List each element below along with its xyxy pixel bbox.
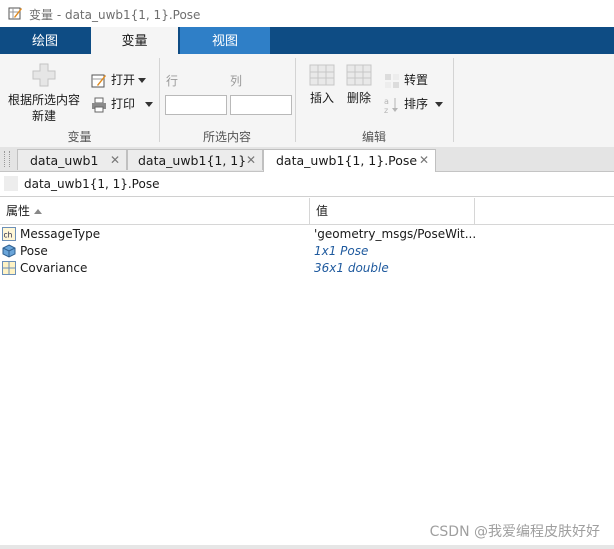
document-tab-bar: data_uwb1 ✕ data_uwb1{1, 1} ✕ data_uwb1{… [0, 147, 614, 172]
tab-plots[interactable]: 绘图 [0, 27, 90, 54]
new-from-selection-label-2: 新建 [31, 109, 56, 123]
transpose-icon [385, 73, 399, 88]
insert-button[interactable]: 插入 [302, 64, 342, 106]
doc-tab-data-uwb1[interactable]: data_uwb1 ✕ [17, 149, 127, 170]
insert-label: 插入 [309, 91, 334, 105]
toolstrip: 根据所选内容 新建 打开 打印 变量 行 列 所选内容 插入 删除 转置 a z… [0, 54, 614, 148]
row-name: Pose [20, 244, 48, 258]
char-icon: ch [2, 227, 16, 241]
chevron-down-icon [435, 102, 444, 107]
tab-variable[interactable]: 变量 [91, 27, 178, 54]
path-bar: data_uwb1{1, 1}.Pose [0, 172, 614, 197]
title-bar: 变量 - data_uwb1{1, 1}.Pose [0, 0, 614, 27]
svg-text:ch: ch [4, 231, 13, 240]
row-name: MessageType [20, 227, 101, 241]
value-header-label: 值 [316, 204, 329, 218]
sort-label: 排序 [404, 97, 429, 111]
section-divider [453, 58, 454, 142]
column-range-input[interactable] [230, 95, 292, 115]
row-value: 1x1 Pose [314, 244, 369, 258]
open-variable-icon [91, 74, 106, 87]
tab-view[interactable]: 视图 [180, 27, 270, 54]
drag-grip-icon[interactable] [4, 151, 10, 167]
delete-label: 删除 [346, 91, 371, 105]
edit-section-label: 编辑 [361, 130, 386, 144]
selection-section: 行 列 所选内容 [160, 54, 294, 147]
printer-icon [92, 97, 106, 112]
open-button[interactable]: 打开 [91, 71, 147, 89]
chevron-down-icon [138, 78, 147, 83]
table-row[interactable]: ch MessageType 'geometry_msgs/PoseWit... [0, 226, 614, 243]
print-button[interactable]: 打印 [91, 95, 154, 113]
column-label: 列 [230, 74, 243, 88]
sort-az-icon: a z [384, 97, 398, 114]
row-value: 36x1 double [314, 261, 389, 275]
window-title: 变量 - data_uwb1{1, 1}.Pose [29, 8, 201, 22]
delete-icon [346, 64, 372, 86]
table-row[interactable]: Pose 1x1 Pose [0, 243, 614, 260]
open-label: 打开 [111, 73, 136, 87]
doc-tab-label: data_uwb1{1, 1}.Pose [276, 153, 418, 168]
close-icon[interactable]: ✕ [110, 150, 120, 171]
table-header: 属性 值 [0, 198, 614, 225]
transpose-label: 转置 [404, 73, 429, 87]
selection-section-label: 所选内容 [202, 130, 251, 144]
doc-tab-pose[interactable]: data_uwb1{1, 1}.Pose ✕ [263, 149, 436, 172]
doc-tab-label: data_uwb1{1, 1} [138, 153, 247, 168]
chevron-down-icon [145, 102, 154, 107]
variable-section: 根据所选内容 新建 打开 打印 变量 [0, 54, 159, 147]
table-row[interactable]: Covariance 36x1 double [0, 260, 614, 277]
row-label: 行 [166, 74, 179, 88]
column-header-value[interactable]: 值 [310, 198, 475, 224]
new-from-selection-button[interactable]: 根据所选内容 新建 [4, 62, 84, 124]
doc-tab-data-uwb1-cell[interactable]: data_uwb1{1, 1} ✕ [127, 149, 263, 170]
print-label: 打印 [111, 97, 136, 111]
variable-section-label: 变量 [67, 130, 92, 144]
watermark: CSDN @我爱编程皮肤好好 [429, 524, 600, 540]
row-name: Covariance [20, 261, 88, 275]
insert-icon [309, 64, 335, 86]
close-icon[interactable]: ✕ [246, 150, 256, 171]
up-level-icon[interactable] [4, 176, 18, 191]
plus-icon [32, 63, 56, 87]
property-header-label: 属性 [6, 204, 31, 218]
ribbon-tab-bar: 绘图 变量 视图 [0, 27, 614, 54]
close-icon[interactable]: ✕ [419, 150, 429, 171]
sort-ascending-icon [34, 209, 43, 214]
edit-section: 插入 删除 转置 a z 排序 编辑 [296, 54, 452, 147]
variable-path: data_uwb1{1, 1}.Pose [24, 177, 160, 191]
new-from-selection-label: 根据所选内容 [7, 93, 80, 107]
transpose-button[interactable]: 转置 [384, 71, 428, 89]
svg-text:z: z [384, 106, 388, 114]
object-icon [2, 244, 16, 258]
column-header-property[interactable]: 属性 [0, 198, 310, 224]
delete-button[interactable]: 删除 [341, 64, 377, 106]
matrix-icon [2, 261, 16, 275]
row-range-input[interactable] [165, 95, 227, 115]
status-strip [0, 545, 614, 549]
svg-text:a: a [384, 97, 389, 106]
row-value: 'geometry_msgs/PoseWit... [314, 227, 477, 241]
doc-tab-label: data_uwb1 [30, 153, 99, 168]
sort-button[interactable]: a z 排序 [384, 95, 444, 114]
variable-editor-icon [8, 7, 22, 20]
